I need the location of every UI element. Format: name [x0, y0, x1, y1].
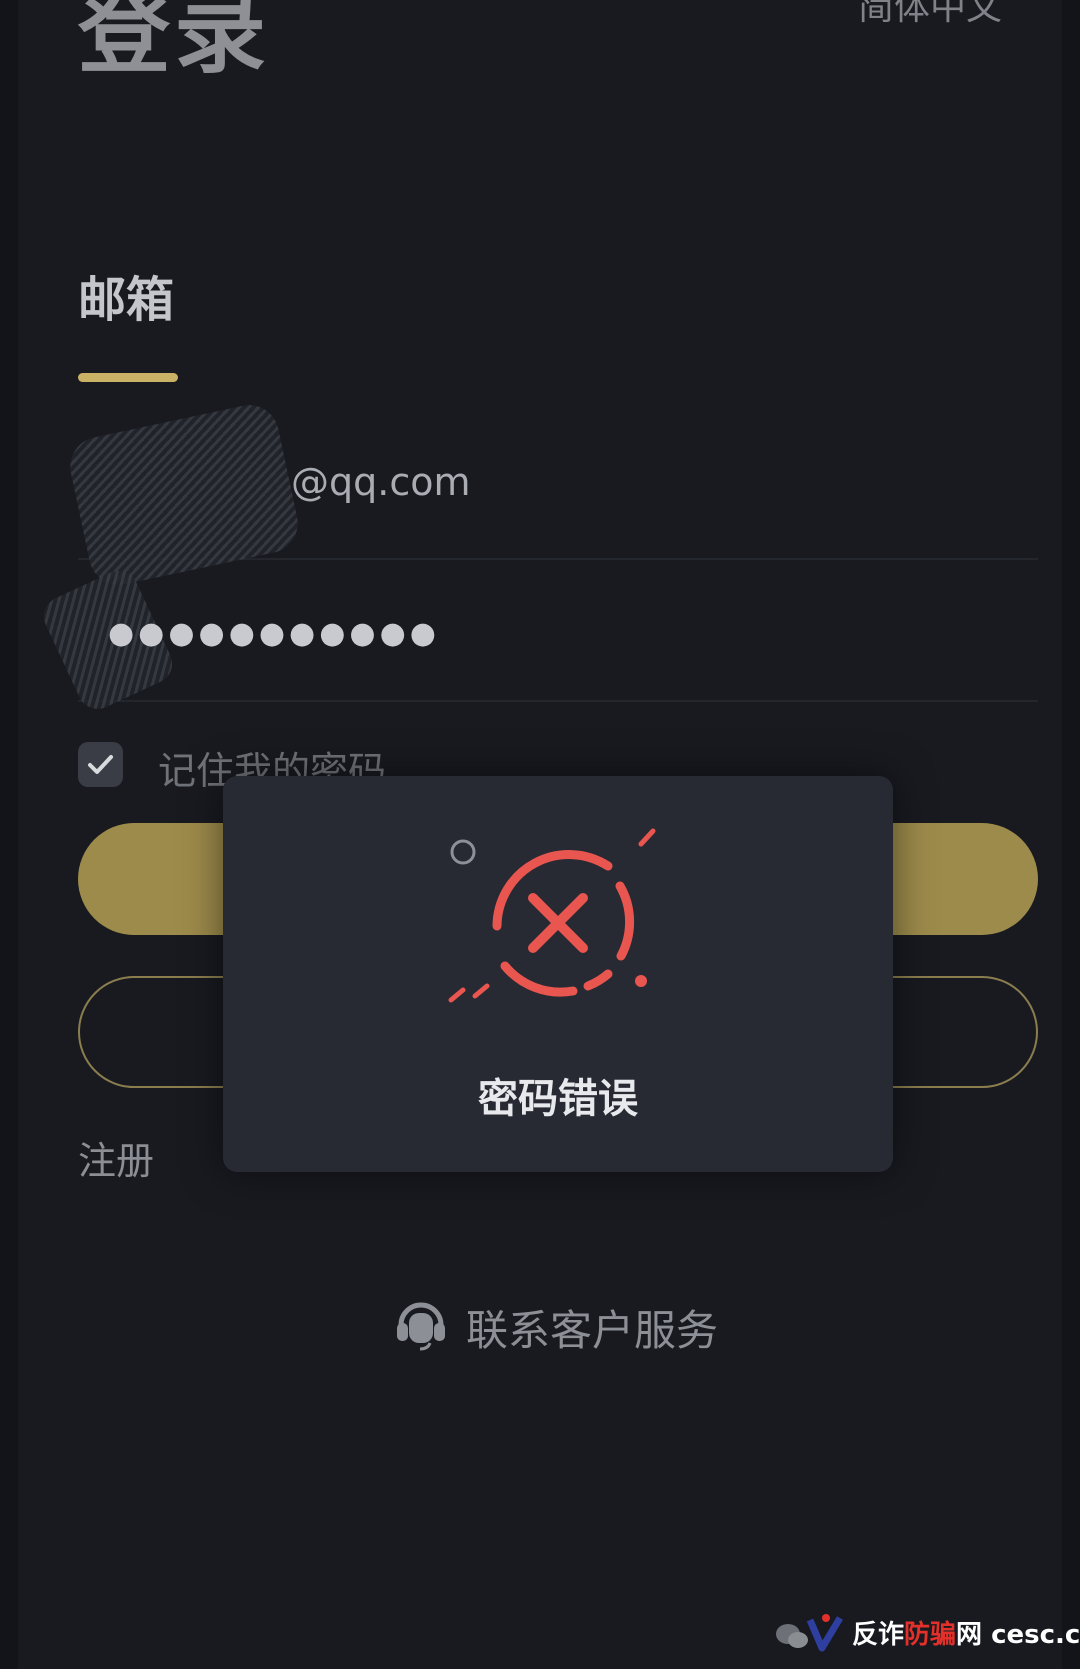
password-field[interactable]: ●●●●●●●●●●●: [37, 564, 1038, 716]
language-selector[interactable]: 简体中文: [858, 0, 1002, 29]
remember-checkbox[interactable]: [78, 742, 123, 787]
email-value: @qq.com: [291, 460, 471, 504]
page-title: 登录: [78, 0, 271, 86]
wechat-logo-icon: [776, 1614, 844, 1652]
app-screen: 登录 简体中文 邮箱 @qq.com ●●●●●●●●●●● 记住我的密码 注册…: [18, 0, 1080, 1669]
watermark-domain: cesc.cc: [991, 1620, 1080, 1650]
watermark-part-1: 反诈: [852, 1620, 905, 1650]
watermark-part-2: 防骗: [904, 1620, 957, 1650]
tab-email[interactable]: 邮箱: [78, 272, 174, 330]
contact-support-label: 联系客户服务: [466, 1306, 719, 1355]
tab-active-indicator: [78, 373, 178, 382]
error-dialog: 密码错误: [223, 776, 893, 1172]
redaction-scribble: [64, 399, 304, 591]
password-value: ●●●●●●●●●●●: [108, 616, 440, 651]
watermark-text: 反诈防骗网 cesc.cc: [852, 1614, 1080, 1651]
register-link[interactable]: 注册: [78, 1130, 154, 1185]
error-x-icon: [448, 828, 656, 1003]
headset-icon: [397, 1302, 445, 1351]
check-icon: [88, 755, 113, 774]
watermark-part-3: 网: [956, 1620, 983, 1650]
email-field[interactable]: @qq.com: [64, 399, 1038, 591]
error-message: 密码错误: [478, 1076, 638, 1122]
